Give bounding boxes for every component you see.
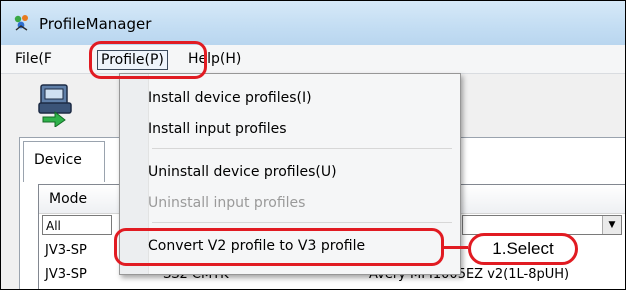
menu-separator [152, 222, 452, 223]
table-row-model: JV3-SP [45, 243, 87, 258]
tab-device-label: Device [34, 152, 82, 168]
profile-manager-app-icon [14, 15, 28, 31]
app-window: ProfileManager File(F Profile(P) Help(H)… [0, 0, 626, 290]
window-title: ProfileManager [39, 15, 152, 33]
callout-connector [444, 246, 468, 249]
model-filter-input[interactable]: All [42, 215, 112, 235]
table-row-model: JV3-SP [45, 267, 87, 282]
menu-item-uninstall-device-profiles[interactable]: Uninstall device profiles(U) [148, 164, 448, 180]
tab-device[interactable]: Device [23, 141, 105, 182]
chevron-down-icon[interactable]: ▼ [602, 216, 621, 234]
menu-separator [152, 148, 452, 149]
column-header-model[interactable]: Mode [49, 191, 87, 207]
menu-file[interactable]: File(F [15, 51, 75, 67]
menu-item-install-input-profiles[interactable]: Install input profiles [148, 121, 448, 137]
filter-select[interactable]: ▼ [462, 215, 622, 235]
printer-install-icon[interactable] [37, 83, 77, 127]
title-bar: ProfileManager [1, 1, 625, 45]
menu-item-install-device-profiles[interactable]: Install device profiles(I) [148, 90, 448, 106]
profile-menu-highlight [89, 41, 207, 79]
menu-item-uninstall-input-profiles: Uninstall input profiles [148, 195, 306, 211]
select-callout: 1.Select [468, 233, 578, 265]
convert-item-highlight [114, 228, 444, 266]
